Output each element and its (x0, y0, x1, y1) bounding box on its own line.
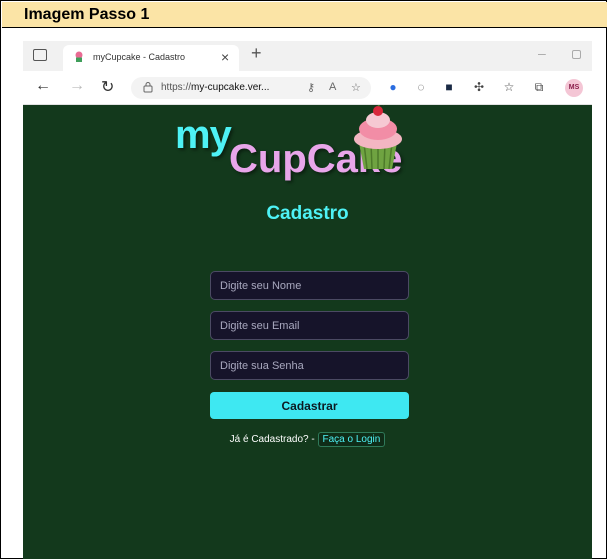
logo-my: my (175, 113, 232, 157)
favorite-add-icon[interactable]: ☆ (351, 81, 361, 94)
close-icon[interactable]: × (221, 49, 229, 65)
profile-avatar[interactable]: MS (565, 79, 583, 97)
plus-icon[interactable]: + (251, 43, 262, 64)
password-input[interactable] (210, 351, 409, 380)
figure-frame: Imagem Passo 1 myCupcake - Cadastro × + … (0, 0, 607, 559)
login-row: Já é Cadastrado? - Faça o Login (23, 432, 592, 447)
address-bar[interactable]: https://my-cupcake.ver... ⚷ A ☆ (131, 77, 371, 99)
key-icon[interactable]: ⚷ (307, 81, 315, 94)
minimize-icon[interactable]: – (538, 45, 546, 61)
page-viewport: my CupCake Cadastro Cadastrar Já é Cad (23, 105, 592, 559)
tab-title: myCupcake - Cadastro (93, 52, 186, 62)
url-text: https://my-cupcake.ver... (161, 82, 270, 93)
figure-caption: Imagem Passo 1 (24, 6, 150, 23)
register-button[interactable]: Cadastrar (210, 392, 409, 419)
tab-strip: myCupcake - Cadastro × + – (23, 41, 592, 71)
tab-actions-icon[interactable] (33, 49, 47, 61)
cupcake-icon (354, 105, 402, 170)
reload-icon[interactable]: ↻ (101, 77, 114, 97)
puzzle-icon[interactable]: ✣ (471, 79, 487, 95)
caption-bar: Imagem Passo 1 (2, 2, 607, 28)
login-link[interactable]: Faça o Login (317, 432, 386, 447)
browser-toolbar: ← → ↻ https://my-cupcake.ver... ⚷ A ☆ ● … (23, 71, 592, 105)
page-title: Cadastro (266, 203, 349, 224)
logo: my CupCake (173, 105, 433, 191)
email-input[interactable] (210, 311, 409, 340)
cupcake-favicon (75, 51, 83, 62)
extension-icon[interactable]: ■ (441, 79, 457, 95)
tab-active[interactable]: myCupcake - Cadastro × (63, 45, 239, 71)
favorites-icon[interactable]: ☆ (501, 79, 517, 95)
extension-icon[interactable]: ● (385, 79, 401, 95)
lock-icon (143, 82, 153, 93)
maximize-icon[interactable] (572, 50, 581, 59)
back-arrow-icon[interactable]: ← (35, 77, 51, 95)
name-input[interactable] (210, 271, 409, 300)
extension-icon[interactable]: ◌ (413, 79, 429, 95)
collections-icon[interactable]: ⧉ (531, 79, 547, 95)
browser-window: myCupcake - Cadastro × + – ← → ↻ https:/… (23, 41, 592, 559)
login-prompt: Já é Cadastrado? - (229, 434, 315, 445)
forward-arrow-icon[interactable]: → (69, 77, 85, 95)
read-aloud-icon[interactable]: A (329, 81, 336, 93)
